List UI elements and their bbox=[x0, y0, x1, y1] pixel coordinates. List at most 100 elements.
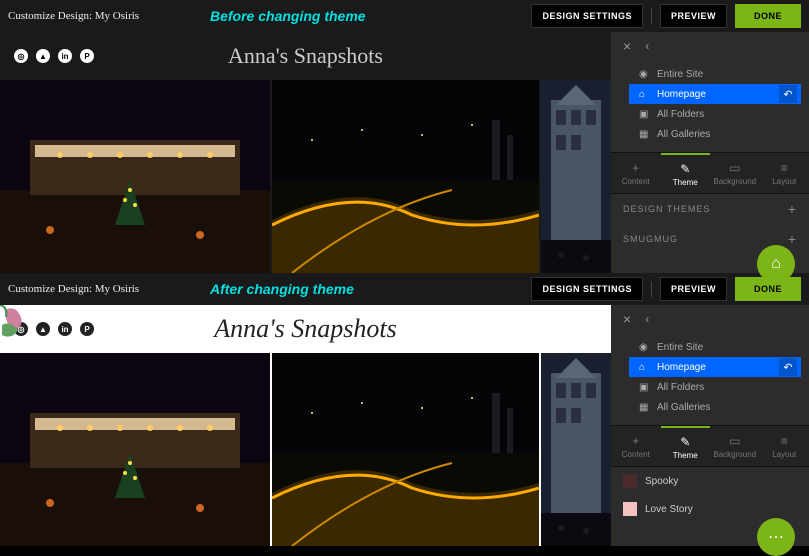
expand-icon: + bbox=[788, 201, 797, 217]
revert-icon[interactable]: ↶ bbox=[779, 358, 797, 376]
social-icon-2[interactable]: ▲ bbox=[36, 49, 50, 63]
plus-icon: + bbox=[632, 434, 639, 448]
tab-layout[interactable]: ≡Layout bbox=[760, 153, 809, 193]
divider bbox=[651, 281, 652, 297]
design-settings-button[interactable]: DESIGN SETTINGS bbox=[531, 277, 643, 301]
home-icon: ⌂ bbox=[639, 362, 651, 373]
theme-swatch bbox=[623, 474, 637, 488]
design-settings-button[interactable]: DESIGN SETTINGS bbox=[531, 4, 643, 28]
divider bbox=[651, 8, 652, 24]
folder-icon: ▣ bbox=[639, 382, 651, 393]
site-title: Anna's Snapshots bbox=[214, 314, 397, 344]
tree-all-folders[interactable]: ▣ All Folders bbox=[611, 377, 801, 397]
theme-label: Love Story bbox=[645, 504, 693, 515]
site-preview-before: ◎ ▲ in P Anna's Snapshots bbox=[0, 32, 611, 273]
side-panel-after: × ‹ ◉ Entire Site ⌂ Homepage ↶ ▣ All Folders… bbox=[611, 305, 809, 546]
topbar-actions: DESIGN SETTINGS PREVIEW DONE bbox=[531, 277, 801, 301]
before-section: Customize Design: My Osiris Before chang… bbox=[0, 0, 809, 273]
annotation-after: After changing theme bbox=[210, 281, 354, 297]
plus-icon: + bbox=[632, 161, 639, 175]
brush-icon: ✎ bbox=[680, 435, 690, 449]
tab-content[interactable]: +Content bbox=[611, 426, 661, 466]
tree-label: Homepage bbox=[657, 362, 706, 373]
close-icon[interactable]: × bbox=[623, 38, 631, 54]
tree-label: All Galleries bbox=[657, 402, 710, 413]
gallery-image-2[interactable] bbox=[272, 353, 539, 546]
site-title: Anna's Snapshots bbox=[228, 43, 383, 69]
page-tree: ◉ Entire Site ⌂ Homepage ↶ ▣ All Folders ▦Al… bbox=[611, 60, 809, 148]
tab-theme[interactable]: ✎Theme bbox=[661, 153, 711, 193]
tree-label: Entire Site bbox=[657, 69, 703, 80]
panel-nav: × ‹ bbox=[611, 305, 809, 333]
back-icon[interactable]: ‹ bbox=[645, 312, 649, 326]
topbar-after: Customize Design: My Osiris After changi… bbox=[0, 273, 809, 305]
tab-background[interactable]: ▭ Background bbox=[710, 426, 760, 466]
preview-button[interactable]: PREVIEW bbox=[660, 277, 727, 301]
tree-entire-site[interactable]: ◉ Entire Site bbox=[611, 337, 801, 357]
editor-tabs: + Content ✎Theme ▭Background ≡Layout bbox=[611, 152, 809, 194]
tree-all-galleries[interactable]: ▦ All Galleries bbox=[611, 397, 801, 417]
gallery-image-1[interactable] bbox=[0, 353, 270, 546]
gallery-image-2[interactable] bbox=[272, 80, 539, 273]
design-title: Customize Design: My Osiris bbox=[8, 10, 139, 22]
main-before: ◎ ▲ in P Anna's Snapshots × ‹ ◉ Entire Si… bbox=[0, 32, 809, 273]
linkedin-icon[interactable]: in bbox=[58, 49, 72, 63]
preview-header: ◎ ▲ in P Anna's Snapshots bbox=[0, 305, 611, 353]
tree-entire-site[interactable]: ◉ Entire Site bbox=[611, 64, 801, 84]
tab-theme[interactable]: ✎Theme bbox=[661, 426, 711, 466]
globe-icon: ◉ bbox=[639, 69, 651, 80]
screen-icon: ▭ bbox=[729, 434, 740, 448]
theme-spooky[interactable]: Spooky bbox=[611, 467, 809, 495]
tab-label: Theme bbox=[673, 178, 698, 187]
section-label: SMUGMUG bbox=[623, 234, 678, 244]
tab-content[interactable]: + Content bbox=[611, 153, 661, 193]
tab-label: Content bbox=[622, 177, 650, 186]
tree-all-folders[interactable]: ▣ All Folders bbox=[611, 104, 801, 124]
gallery-image-3[interactable] bbox=[541, 353, 611, 546]
pinterest-icon[interactable]: P bbox=[80, 49, 94, 63]
pinterest-icon[interactable]: P bbox=[80, 322, 94, 336]
tree-label: All Folders bbox=[657, 109, 704, 120]
section-label: DESIGN THEMES bbox=[623, 204, 710, 214]
tab-layout[interactable]: ≡Layout bbox=[760, 426, 809, 466]
revert-icon[interactable]: ↶ bbox=[779, 85, 797, 103]
tree-label: All Folders bbox=[657, 382, 704, 393]
tab-background[interactable]: ▭Background bbox=[710, 153, 760, 193]
section-design-themes[interactable]: DESIGN THEMES + bbox=[611, 194, 809, 224]
theme-swatch bbox=[623, 502, 637, 516]
instagram-icon[interactable]: ◎ bbox=[14, 49, 28, 63]
instagram-icon[interactable]: ◎ bbox=[14, 322, 28, 336]
gallery-image-1[interactable] bbox=[0, 80, 270, 273]
expand-icon: + bbox=[788, 231, 797, 247]
done-button[interactable]: DONE bbox=[735, 4, 801, 28]
tree-homepage[interactable]: ⌂ Homepage ↶ bbox=[629, 84, 801, 104]
page-tree: ◉ Entire Site ⌂ Homepage ↶ ▣ All Folders ▦ Al… bbox=[611, 333, 809, 421]
chat-fab[interactable]: ⋯ bbox=[757, 518, 795, 556]
preview-header: ◎ ▲ in P Anna's Snapshots bbox=[0, 32, 611, 80]
close-icon[interactable]: × bbox=[623, 311, 631, 327]
tab-label: Background bbox=[713, 450, 756, 459]
linkedin-icon[interactable]: in bbox=[58, 322, 72, 336]
home-icon: ⌂ bbox=[639, 89, 651, 100]
tree-all-galleries[interactable]: ▦All Galleries bbox=[611, 124, 801, 144]
gallery-image-3[interactable] bbox=[541, 80, 611, 273]
back-icon[interactable]: ‹ bbox=[645, 39, 649, 53]
gallery-icon: ▦ bbox=[639, 129, 651, 140]
social-icon-2[interactable]: ▲ bbox=[36, 322, 50, 336]
gallery-thumbs bbox=[0, 80, 611, 273]
globe-icon: ◉ bbox=[639, 342, 651, 353]
tree-label: Homepage bbox=[657, 89, 706, 100]
folder-icon: ▣ bbox=[639, 109, 651, 120]
design-title: Customize Design: My Osiris bbox=[8, 283, 139, 295]
gallery-icon: ▦ bbox=[639, 402, 651, 413]
after-section: Customize Design: My Osiris After changi… bbox=[0, 273, 809, 546]
layout-icon: ≡ bbox=[781, 161, 788, 175]
preview-button[interactable]: PREVIEW bbox=[660, 4, 727, 28]
tree-homepage[interactable]: ⌂ Homepage ↶ bbox=[629, 357, 801, 377]
gallery-thumbs bbox=[0, 353, 611, 546]
topbar-before: Customize Design: My Osiris Before chang… bbox=[0, 0, 809, 32]
layout-icon: ≡ bbox=[781, 434, 788, 448]
tree-label: Entire Site bbox=[657, 342, 703, 353]
site-preview-after: ◎ ▲ in P Anna's Snapshots bbox=[0, 305, 611, 546]
chat-fab[interactable]: ⌂ bbox=[757, 245, 795, 283]
